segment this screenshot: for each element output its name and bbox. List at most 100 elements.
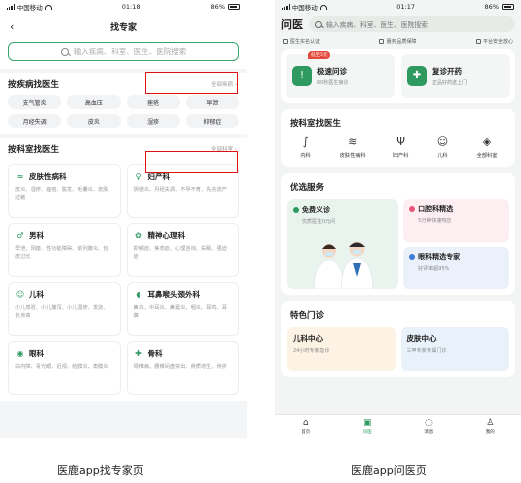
quick-action-subtitle: 正品好药送上门 [432, 80, 468, 86]
department-desc: 小儿感冒、小儿腹泻、小儿湿疹、发烧、长身高 [15, 305, 109, 319]
quick-action-title: 复诊开药 [432, 67, 462, 76]
home-icon: ⌂ [302, 418, 309, 428]
service-card[interactable]: 眼科精选专家 好评率超95% [403, 246, 509, 289]
department-name: 儿科 [29, 290, 44, 299]
shield-icon [379, 39, 385, 44]
department-desc: 阴道炎、月经失调、不孕不育、先兆流产 [133, 187, 227, 193]
battery-icon [502, 4, 514, 10]
department-desc: 颈椎病、腰椎间盘突出、骨质增生、骨折 [133, 364, 227, 370]
section-title: 按科室找医生 [290, 119, 342, 129]
status-bar: 中国移动 01:18 86% [0, 0, 247, 14]
skin-icon: ≋ [348, 135, 358, 148]
clinic-title: 皮肤中心 [406, 334, 437, 343]
tab-label: 消息 [424, 430, 434, 435]
tab-home[interactable]: ⌂ 首页 [301, 418, 311, 435]
dept-shortcut[interactable]: ∫ 内科 [299, 135, 313, 159]
message-icon: ◌ [424, 418, 433, 428]
disease-tag[interactable]: 湿疹 [126, 114, 180, 128]
department-card[interactable]: ✚ 骨科 颈椎病、腰椎间盘突出、骨质增生、骨折 [126, 341, 239, 395]
carrier-label: 中国移动 [291, 4, 318, 12]
ask-doctor-screen: 中国移动 01:17 86% 问医 输入疾病、科室、医生、医院搜索 医生实名认证… [275, 0, 521, 438]
section-title: 按疾病找医生 [8, 80, 60, 90]
signal-icon [282, 4, 290, 10]
service-title: 眼科精选专家 [418, 252, 461, 261]
service-subtitle: 优质医生0元问 [302, 219, 336, 225]
search-input[interactable]: 输入疾病、科室、医生、医院搜索 [8, 42, 239, 61]
disease-tag[interactable]: 皮炎 [67, 114, 121, 128]
department-card[interactable]: ✿ 精神心理科 抑郁症、焦虑症、心理咨询、失眠、强迫症 [126, 223, 239, 277]
services-card: 优选服务 免费义诊 优质医生0元问 口腔科精选 5分钟快速响应 眼科精选专家 好评率超… [281, 173, 515, 295]
wifi-icon [319, 4, 327, 10]
service-header: 眼科精选专家 [409, 252, 503, 262]
dept-shortcut[interactable]: ≋ 皮肤性病科 [340, 135, 366, 159]
prescription-icon: ✚ [407, 66, 427, 86]
featured-clinic[interactable]: 儿科中心 24小时专家急诊 [287, 327, 396, 371]
dot-icon [409, 253, 416, 260]
service-subtitle: 好评率超95% [418, 265, 450, 272]
trust-label: 服务品质保障 [386, 39, 417, 45]
quick-action-refill[interactable]: ✚ 复诊开药正品好药送上门 [401, 54, 510, 98]
disease-tag[interactable]: 支气管炎 [8, 95, 62, 109]
highlight-box [145, 72, 238, 94]
service-title: 免费义诊 [302, 206, 330, 214]
department-card[interactable]: ☺ 儿科小儿感冒、小儿腹泻、小儿湿疹、发烧、长身高 [8, 282, 121, 336]
tab-person[interactable]: ♙ 我的 [485, 418, 495, 435]
search-input[interactable]: 输入疾病、科室、医生、医院搜索 [309, 16, 515, 32]
dept-shortcut-label: 内科 [300, 153, 311, 159]
clipboard-icon: ▣ [362, 418, 372, 428]
department-name: 眼科 [29, 349, 44, 358]
quick-action-fast-consult[interactable]: ! 极速问诊 60秒医生接诊 低至5元 [286, 51, 395, 98]
child-icon: ☺ [436, 135, 449, 148]
highlight-box [145, 151, 238, 173]
tab-clipboard[interactable]: ▣ 问医 [362, 418, 372, 435]
dept-shortcut[interactable]: ◈ 全部科室 [477, 135, 498, 159]
chat-icon: ! [292, 66, 312, 86]
dept-shortcut[interactable]: ☺ 儿科 [436, 135, 450, 159]
service-card[interactable]: 口腔科精选 5分钟快速响应 [403, 199, 509, 242]
carrier-label: 中国移动 [16, 4, 43, 12]
back-icon[interactable]: ‹ [10, 20, 14, 33]
nav-bar: ‹ 找专家 [0, 14, 247, 38]
department-header: ☺ 儿科 [15, 289, 114, 300]
status-bar: 中国移动 01:17 86% [275, 0, 521, 14]
person-icon: ♙ [486, 418, 495, 428]
disease-tag[interactable]: 抑郁症 [185, 114, 239, 128]
clinic-subtitle: 24小时专家急诊 [293, 348, 330, 354]
dot-icon [293, 207, 299, 213]
battery-percent: 86% [484, 3, 499, 11]
tab-bar: ⌂ 首页 ▣ 问医 ◌ 消息 ♙ 我的 [275, 414, 521, 438]
department-header: ≈ 皮肤性病科 [15, 171, 114, 182]
department-header: ✿ 精神心理科 [134, 230, 233, 241]
tab-message[interactable]: ◌ 消息 [424, 418, 434, 435]
department-header: ♂ 男科 [15, 230, 114, 241]
tab-label: 问医 [362, 430, 372, 435]
featured-card: 特色门诊 儿科中心 24小时专家急诊 皮肤中心 三甲专家专属门诊 [281, 301, 515, 377]
dept-shortcut[interactable]: Ψ 妇产科 [393, 135, 409, 159]
brain-icon: ✿ [135, 230, 142, 240]
free-consult-card[interactable]: 免费义诊 优质医生0元问 [287, 199, 399, 289]
quick-actions-card: ! 极速问诊 60秒医生接诊 低至5元 ✚ 复诊开药正品好药送上门 [281, 49, 515, 103]
department-card[interactable]: ♂ 男科 早泄、阳痿、性功能障碍、前列腺炎、包皮过长 [8, 223, 121, 277]
section-title: 特色门诊 [290, 311, 325, 321]
search-icon [60, 47, 69, 56]
department-name: 皮肤性病科 [29, 172, 67, 181]
trust-badge: 服务品质保障 [379, 38, 417, 45]
department-grid: ≈ 皮肤性病科 皮炎、湿疹、痤疮、脱发、毛囊炎、皮肤过敏 ♀ 妇产科 阴道炎、月经失调、不… [0, 164, 247, 401]
shield-icon [283, 39, 288, 44]
quick-action-subtitle: 60秒医生接诊 [317, 80, 349, 86]
featured-clinic[interactable]: 皮肤中心 三甲专家专属门诊 [400, 327, 509, 371]
clinic-title: 儿科中心 [293, 334, 323, 343]
department-card[interactable]: ≈ 皮肤性病科 皮炎、湿疹、痤疮、脱发、毛囊炎、皮肤过敏 [8, 164, 121, 218]
disease-tag[interactable]: 痤疮 [126, 95, 180, 109]
department-card[interactable]: ◉ 眼科 白内障、青光眼、近视、结膜炎、角膜炎 [8, 341, 121, 395]
department-name: 男科 [29, 231, 44, 240]
trust-label: 平台安全放心 [482, 39, 513, 45]
dept-card: 按科室找医生 ∫ 内科 ≋ 皮肤性病科 Ψ 妇产科 ☺ 儿科 ◈ 全部科室 [281, 109, 515, 167]
disease-tag[interactable]: 月经失调 [8, 114, 62, 128]
eye-icon: ◉ [16, 348, 24, 358]
disease-tag[interactable]: 早泄 [185, 95, 239, 109]
disease-tag[interactable]: 高血压 [67, 95, 121, 109]
service-header: 口腔科精选 [409, 204, 503, 214]
department-card[interactable]: ◖ 耳鼻喉头颈外科 鼻炎、中耳炎、鼻窦炎、咽炎、耳鸣、耳聋 [126, 282, 239, 336]
section-title: 按科室找医生 [8, 145, 60, 155]
